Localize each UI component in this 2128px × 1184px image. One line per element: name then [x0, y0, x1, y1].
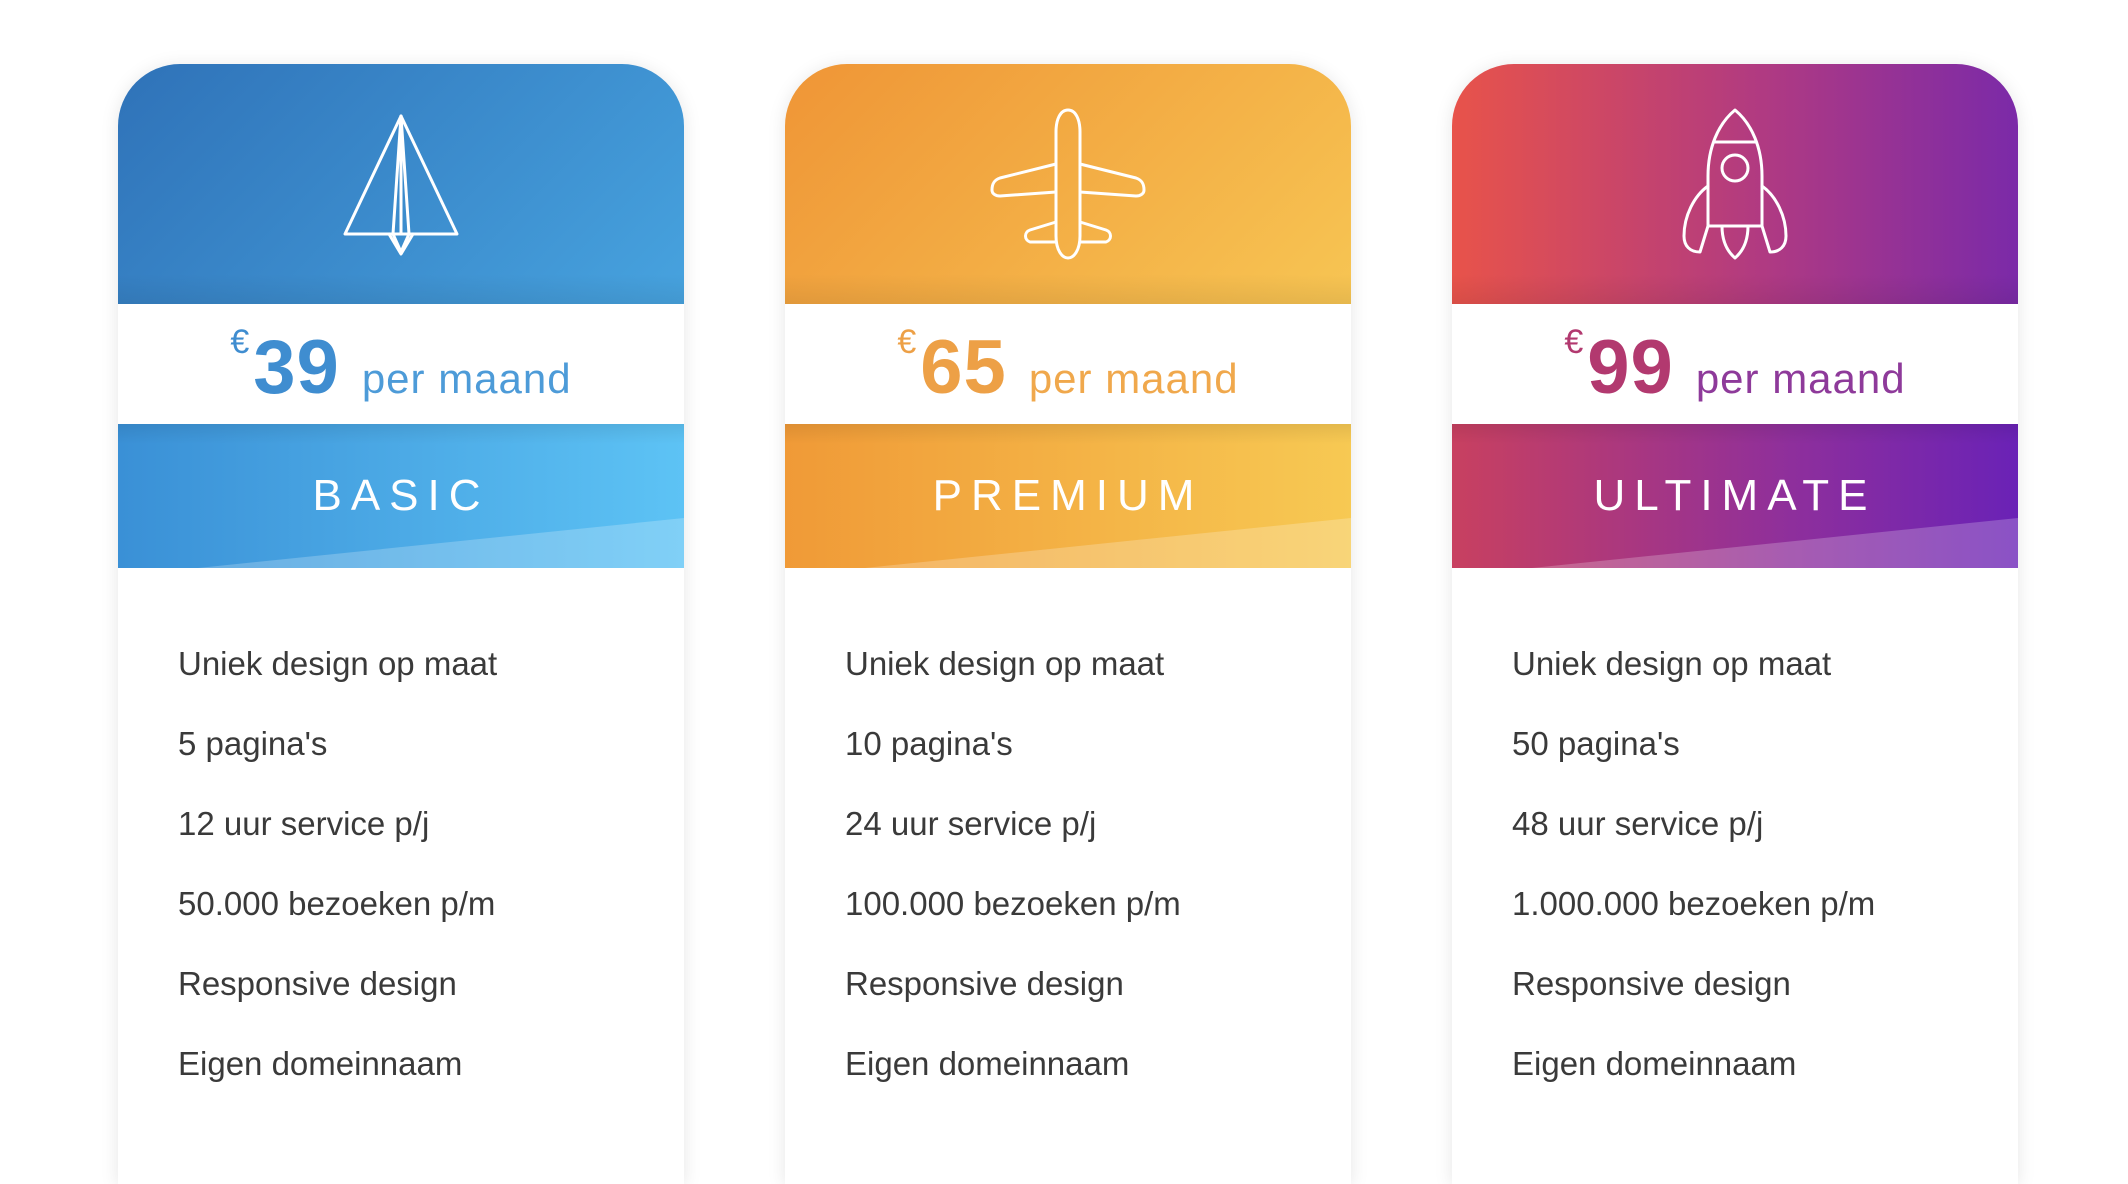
feature-item: Uniek design op maat	[178, 645, 498, 682]
currency-symbol: €	[1564, 322, 1584, 361]
feature-list: Uniek design op maat 5 pagina's 12 uur s…	[178, 624, 497, 1104]
feature-item: Eigen domeinnaam	[178, 1045, 463, 1082]
feature-item: 50 pagina's	[1512, 725, 1680, 762]
feature-list: Uniek design op maat 50 pagina's 48 uur …	[1512, 624, 1875, 1104]
price-amount: 99	[1587, 324, 1674, 410]
currency-symbol: €	[230, 322, 250, 361]
plan-name-band: ULTIMATE	[1452, 424, 2018, 568]
pricing-card-basic: € 39 per maand BASIC Uniek design op maa…	[118, 64, 684, 1184]
feature-item: Uniek design op maat	[1512, 645, 1832, 682]
airplane-icon	[990, 106, 1146, 262]
feature-item: 48 uur service p/j	[1512, 805, 1764, 842]
feature-item: Eigen domeinnaam	[1512, 1045, 1797, 1082]
plan-name: BASIC	[312, 471, 490, 520]
feature-item: 50.000 bezoeken p/m	[178, 885, 496, 922]
plan-name: ULTIMATE	[1593, 471, 1877, 520]
rocket-icon	[1680, 106, 1790, 262]
feature-item: 24 uur service p/j	[845, 805, 1097, 842]
card-header	[785, 64, 1351, 304]
feature-item: 10 pagina's	[845, 725, 1013, 762]
currency-symbol: €	[897, 322, 917, 361]
feature-item: Responsive design	[845, 965, 1124, 1002]
feature-item: Responsive design	[1512, 965, 1791, 1002]
card-header	[118, 64, 684, 304]
plan-name-band: PREMIUM	[785, 424, 1351, 568]
feature-item: Uniek design op maat	[845, 645, 1165, 682]
card-header	[1452, 64, 2018, 304]
feature-list: Uniek design op maat 10 pagina's 24 uur …	[845, 624, 1181, 1104]
feature-item: 1.000.000 bezoeken p/m	[1512, 885, 1876, 922]
price-amount: 65	[920, 324, 1007, 410]
price-period: per maand	[361, 354, 572, 402]
price-period: per maand	[1695, 354, 1906, 402]
paper-plane-icon	[339, 112, 463, 256]
price: € 99 per maand	[1452, 304, 2018, 424]
feature-item: 12 uur service p/j	[178, 805, 430, 842]
feature-item: 100.000 bezoeken p/m	[845, 885, 1181, 922]
price: € 39 per maand	[118, 304, 684, 424]
feature-item: 5 pagina's	[178, 725, 328, 762]
feature-item: Responsive design	[178, 965, 457, 1002]
pricing-card-premium: € 65 per maand PREMIUM Uniek design op m…	[785, 64, 1351, 1184]
plan-name-band: BASIC	[118, 424, 684, 568]
pricing-card-ultimate: € 99 per maand ULTIMATE Uniek design op …	[1452, 64, 2018, 1184]
price-amount: 39	[253, 324, 340, 410]
price-period: per maand	[1028, 354, 1239, 402]
price: € 65 per maand	[785, 304, 1351, 424]
plan-name: PREMIUM	[932, 471, 1204, 520]
feature-item: Eigen domeinnaam	[845, 1045, 1130, 1082]
